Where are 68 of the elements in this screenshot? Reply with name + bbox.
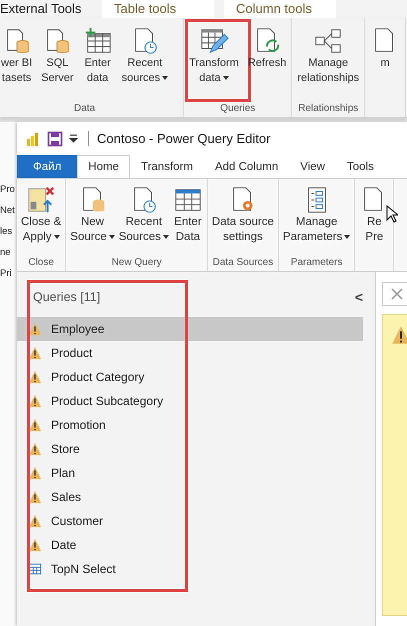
save-icon[interactable] [47, 130, 63, 146]
ribbon-button[interactable]: Re Pre [358, 179, 390, 271]
query-item[interactable]: Customer [17, 509, 363, 533]
ribbon-button[interactable]: Transform data [188, 18, 240, 103]
group-label: Relationships [298, 103, 358, 116]
pane-title: Queries [11] [33, 290, 100, 304]
ribbon-tab[interactable]: Transform [130, 155, 204, 178]
query-item[interactable]: Date [17, 533, 363, 557]
ribbon-button[interactable]: Manage relationships [296, 18, 360, 103]
query-item[interactable]: Product Category [17, 365, 363, 389]
query-item[interactable]: Employee [17, 317, 363, 341]
bar-chart-icon [25, 130, 41, 146]
warning-icon [28, 394, 42, 408]
group-label: Data Sources [212, 257, 274, 270]
ribbon-button[interactable]: Manage Parameters [282, 179, 352, 257]
query-item[interactable]: Plan [17, 461, 363, 485]
dropdown-icon[interactable] [69, 134, 78, 143]
group-label: Parameters [290, 257, 342, 270]
ribbon-button[interactable]: Data source settings [210, 179, 275, 257]
warning-icon [391, 325, 407, 345]
background-text: ne [0, 247, 12, 258]
warning-icon [28, 466, 42, 480]
close-apply-icon [26, 185, 56, 215]
ribbon-tab[interactable]: Column tools [224, 0, 336, 18]
group-label: Data [74, 103, 96, 116]
query-item[interactable]: Product [17, 341, 363, 365]
background-text: Pro [0, 184, 16, 195]
table-icon [28, 562, 42, 576]
ribbon-button[interactable]: Enter data [82, 18, 114, 103]
ribbon-tab[interactable]: Add Column [204, 155, 290, 178]
ribbon-button[interactable]: m [369, 18, 402, 117]
ribbon-button[interactable]: New Source [69, 179, 116, 257]
warning-icon [28, 442, 42, 456]
background-text: les [0, 226, 14, 237]
ribbon-button[interactable]: wer BI tasets [0, 18, 34, 103]
query-item[interactable]: Product Subcategory [17, 389, 363, 413]
query-item[interactable]: Store [17, 437, 363, 461]
close-icon[interactable] [391, 288, 403, 300]
warning-icon [28, 370, 42, 384]
warning-icon [28, 418, 42, 432]
ribbon-tab[interactable]: View [289, 155, 336, 178]
background-text: Pri [0, 268, 13, 279]
warning-icon [28, 490, 42, 504]
warning-icon [28, 346, 42, 360]
ribbon-tab[interactable]: External Tools [0, 0, 92, 18]
collapse-button[interactable]: < [350, 289, 367, 305]
warning-icon [28, 538, 42, 552]
ribbon-tab[interactable]: Home [77, 155, 130, 178]
warning-icon [28, 514, 42, 528]
ribbon-button[interactable]: Enter Data [172, 179, 204, 257]
group-label: Queries [220, 103, 256, 116]
query-item[interactable]: Promotion [17, 413, 363, 437]
group-label: New Query [112, 257, 162, 270]
group-label: Close [28, 257, 54, 270]
ribbon-button[interactable]: SQL Server [40, 18, 75, 103]
query-item[interactable]: Sales [17, 485, 363, 509]
window-title: Contoso - Power Query Editor [88, 131, 270, 146]
ribbon-button[interactable]: Recent sources [120, 18, 170, 103]
warning-icon [28, 322, 42, 336]
query-item[interactable]: TopN Select [17, 557, 363, 581]
cursor-icon [386, 205, 398, 223]
ribbon-tab[interactable]: Файл [17, 155, 78, 178]
ribbon-tab[interactable]: Tools [336, 155, 385, 178]
ribbon-button[interactable]: Close & Apply [20, 179, 62, 257]
ribbon-tab[interactable]: Table tools [102, 0, 214, 18]
background-text: Net [0, 205, 16, 216]
ribbon-button[interactable]: Recent Sources [118, 179, 170, 257]
formula-field[interactable] [382, 282, 407, 306]
